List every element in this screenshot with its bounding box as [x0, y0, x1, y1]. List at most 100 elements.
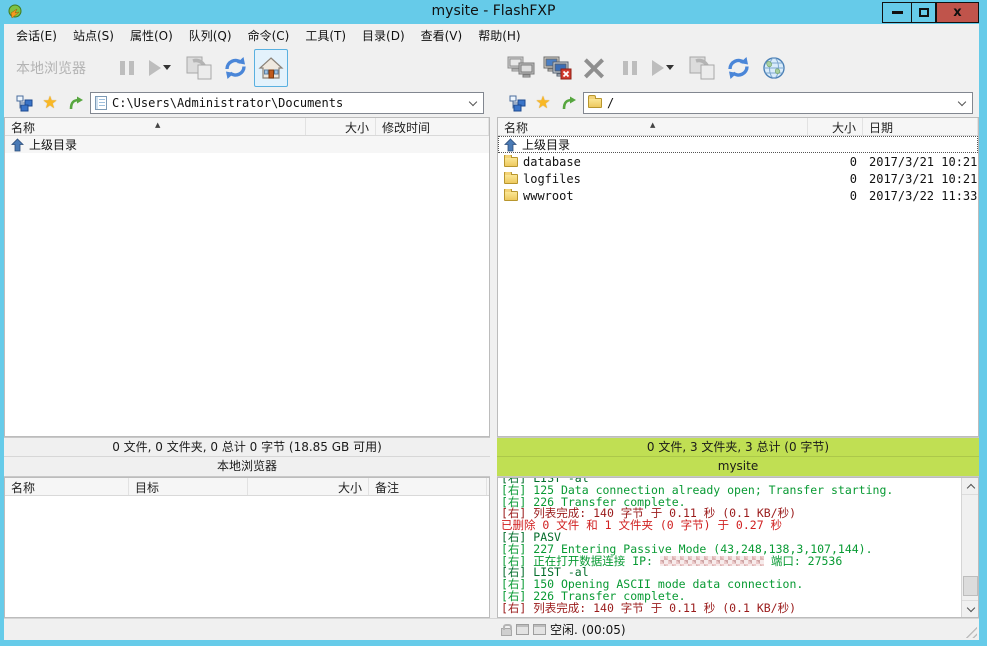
remote-path-dropdown[interactable] [954, 95, 970, 111]
log-scrollbar[interactable] [961, 478, 978, 617]
menu-commands[interactable]: 命令(C) [240, 24, 298, 47]
maximize-button[interactable] [911, 2, 936, 23]
item-name: database [523, 155, 581, 169]
star-icon: ★ [42, 93, 57, 113]
remote-updir-row[interactable]: 上级目录 [498, 136, 978, 153]
column-date[interactable]: 日期 [863, 118, 978, 135]
transfer-queue-icon [185, 55, 213, 81]
abort-x-icon: × [580, 53, 609, 83]
log-line: [右] 列表完成: 140 字节 于 0.11 秒 (0.1 KB/秒) [501, 603, 959, 615]
local-path-dropdown[interactable] [465, 95, 481, 111]
remote-connect-button[interactable] [505, 49, 539, 87]
remote-folder-row[interactable]: database 0 2017/3/21 10:21 [498, 153, 978, 170]
local-status-strip: 0 文件, 0 文件夹, 0 总计 0 字节 (18.85 GB 可用) 本地浏… [4, 437, 490, 477]
globe-icon [761, 55, 787, 81]
column-size[interactable]: 大小 [808, 118, 863, 135]
menu-queue[interactable]: 队列(Q) [181, 24, 240, 47]
folder-icon [588, 98, 602, 108]
remote-disconnect-button[interactable] [541, 49, 575, 87]
menu-options[interactable]: 属性(O) [122, 24, 181, 47]
computer-icon [533, 624, 546, 635]
resize-grip[interactable] [965, 626, 977, 638]
column-name[interactable]: 名称 [5, 478, 129, 495]
remote-pause-button[interactable] [613, 49, 647, 87]
close-button[interactable]: x [936, 2, 979, 23]
remote-folder-row[interactable]: logfiles 0 2017/3/21 10:21 [498, 170, 978, 187]
folder-icon [504, 191, 518, 201]
menu-directory[interactable]: 目录(D) [354, 24, 413, 47]
menu-sites[interactable]: 站点(S) [65, 24, 122, 47]
item-name: logfiles [523, 172, 581, 186]
queue-panel: 名称 目标 大小 备注 [4, 477, 490, 618]
remote-site-tree-button[interactable] [505, 93, 529, 113]
home-icon [258, 56, 284, 80]
up-dir-icon [11, 138, 24, 152]
remote-browser-button[interactable] [757, 49, 791, 87]
site-tree-icon [509, 95, 526, 112]
local-browser-label: 本地浏览器 [16, 58, 86, 78]
folder-icon [504, 157, 518, 167]
local-favorites-button[interactable]: ★ [38, 93, 62, 113]
scrollbar-thumb[interactable] [963, 576, 978, 596]
local-play-button[interactable] [146, 49, 180, 87]
column-note[interactable]: 备注 [369, 478, 487, 495]
local-transfer-button[interactable] [182, 49, 216, 87]
local-refresh-button[interactable] [218, 49, 252, 87]
item-name: wwwroot [523, 189, 574, 203]
log-panel[interactable]: [右] LIST -al [右] 125 Data connection alr… [497, 477, 979, 618]
menu-tools[interactable]: 工具(T) [297, 24, 354, 47]
remote-path-combobox[interactable]: / [583, 92, 973, 114]
local-path-combobox[interactable]: C:\Users\Administrator\Documents [90, 92, 484, 114]
window-title: mysite - FlashFXP [0, 3, 987, 19]
item-size: 0 [808, 155, 863, 169]
minimize-button[interactable] [882, 2, 911, 23]
column-size[interactable]: 大小 [306, 118, 376, 135]
menu-help[interactable]: 帮助(H) [470, 24, 528, 47]
local-home-button[interactable] [254, 49, 288, 87]
item-size: 0 [808, 189, 863, 203]
queue-header: 名称 目标 大小 备注 [5, 478, 489, 496]
remote-transfer-button[interactable] [685, 49, 719, 87]
scroll-up-button[interactable] [962, 478, 979, 495]
local-pause-button[interactable] [110, 49, 144, 87]
column-size[interactable]: 大小 [248, 478, 369, 495]
status-bar: 空闲. (00:05) [4, 618, 979, 640]
remote-favorites-button[interactable]: ★ [531, 93, 555, 113]
remote-refresh-button[interactable] [721, 49, 755, 87]
log-line: 已删除 0 文件 和 1 文件夹 (0 字节) 于 0.27 秒 [501, 520, 959, 532]
menu-view[interactable]: 查看(V) [413, 24, 471, 47]
column-modified[interactable]: 修改时间 [376, 118, 489, 135]
panel-splitter[interactable] [490, 117, 497, 618]
window-state-icon [516, 624, 529, 635]
app-window: mysite - FlashFXP x 会话(E) 站点(S) 属性(O) 队列… [0, 0, 987, 646]
remote-up-dir-button[interactable] [557, 93, 581, 113]
remote-play-button[interactable] [649, 49, 683, 87]
refresh-icon [222, 56, 249, 80]
local-up-dir-button[interactable] [64, 93, 88, 113]
remote-abort-button[interactable]: × [577, 49, 611, 87]
star-icon: ★ [535, 93, 550, 113]
local-status-label: 本地浏览器 [4, 457, 490, 476]
client-area: 会话(E) 站点(S) 属性(O) 队列(Q) 命令(C) 工具(T) 目录(D… [4, 24, 979, 640]
disconnect-icon [543, 55, 573, 81]
local-updir-row[interactable]: 上级目录 [5, 136, 489, 153]
remote-folder-row[interactable]: wwwroot 0 2017/3/22 11:33 [498, 187, 978, 204]
remote-status-counts: 0 文件, 3 文件夹, 3 总计 (0 字节) [497, 438, 979, 457]
menu-session[interactable]: 会话(E) [8, 24, 65, 47]
connect-icon [507, 55, 537, 81]
column-target[interactable]: 目标 [129, 478, 248, 495]
item-date: 2017/3/22 11:33 [863, 189, 978, 203]
pause-icon [623, 61, 637, 75]
close-icon: x [953, 5, 961, 20]
sort-ascending-icon: ▲ [155, 121, 160, 129]
item-date: 2017/3/21 10:21 [863, 155, 978, 169]
titlebar[interactable]: mysite - FlashFXP x [0, 0, 987, 24]
lock-icon [501, 628, 512, 636]
chevron-up-icon [966, 483, 974, 491]
remote-status-strip: 0 文件, 3 文件夹, 3 总计 (0 字节) mysite [497, 437, 979, 477]
sort-ascending-icon: ▲ [650, 121, 655, 129]
local-site-tree-button[interactable] [12, 93, 36, 113]
play-icon [652, 60, 664, 76]
chevron-down-icon [469, 97, 477, 105]
scroll-down-button[interactable] [962, 600, 979, 617]
